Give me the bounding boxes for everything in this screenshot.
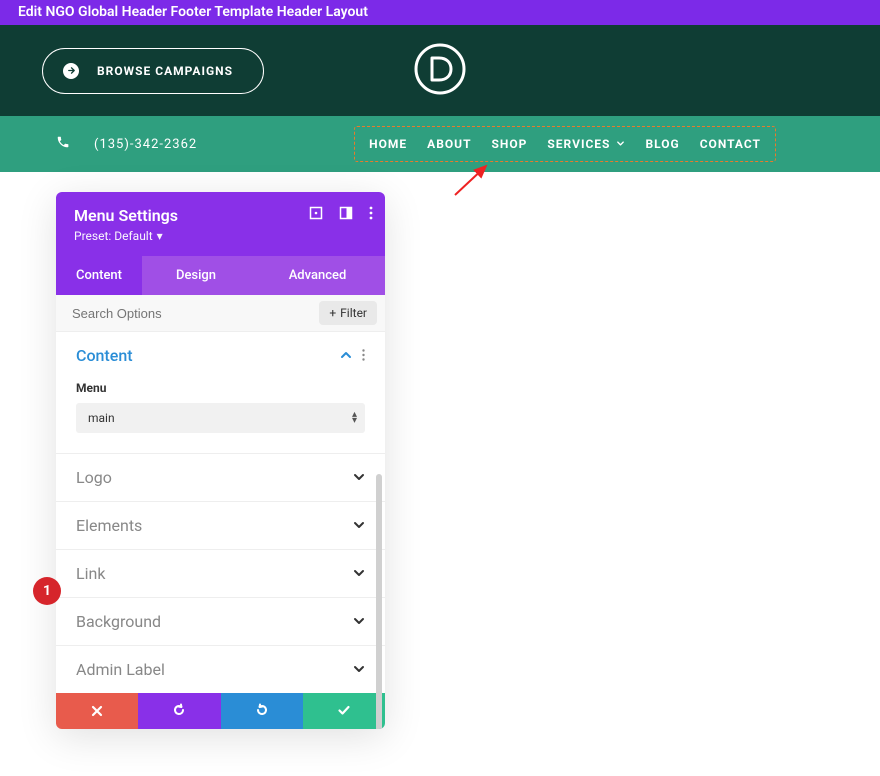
search-row: + Filter <box>56 295 385 332</box>
chevron-down-icon <box>353 612 365 631</box>
check-icon <box>337 702 351 721</box>
section-content-header[interactable]: Content <box>56 332 385 379</box>
section-admin-label-title: Admin Label <box>76 660 165 679</box>
section-admin-label-header[interactable]: Admin Label <box>56 646 385 693</box>
chevron-up-icon <box>340 346 352 365</box>
nav-services[interactable]: SERVICES <box>547 137 625 151</box>
tab-content[interactable]: Content <box>56 256 142 295</box>
section-elements-header[interactable]: Elements <box>56 502 385 549</box>
tab-advanced[interactable]: Advanced <box>250 256 385 295</box>
header-secondary: (135)-342-2362 HOME ABOUT SHOP SERVICES … <box>0 116 880 172</box>
redo-button[interactable] <box>221 693 303 729</box>
section-logo: Logo <box>56 454 385 502</box>
menu-select[interactable]: main <box>76 403 365 433</box>
nav-about[interactable]: ABOUT <box>427 137 471 151</box>
nav-shop[interactable]: SHOP <box>492 137 528 151</box>
edit-bar-title: Edit NGO Global Header Footer Template H… <box>18 4 368 20</box>
panel-action-bar <box>56 693 385 729</box>
expand-icon[interactable] <box>309 206 323 220</box>
filter-button[interactable]: + Filter <box>319 301 377 325</box>
plus-icon: + <box>329 306 336 320</box>
nav-blog[interactable]: BLOG <box>645 137 679 151</box>
annotation-badge-label: 1 <box>43 583 51 599</box>
section-logo-title: Logo <box>76 468 112 487</box>
section-link-title: Link <box>76 564 105 583</box>
chevron-down-icon <box>353 468 365 487</box>
section-elements-title: Elements <box>76 516 142 535</box>
section-background-title: Background <box>76 612 161 631</box>
section-link-header[interactable]: Link <box>56 550 385 597</box>
more-icon[interactable] <box>369 206 373 220</box>
section-admin-label: Admin Label <box>56 646 385 693</box>
edit-bar: Edit NGO Global Header Footer Template H… <box>0 0 880 25</box>
panel-tabs: Content Design Advanced <box>56 256 385 295</box>
menu-select-wrap: main ▴▾ <box>76 403 365 433</box>
annotation-badge-1: 1 <box>33 577 61 605</box>
save-button[interactable] <box>303 693 385 729</box>
section-elements: Elements <box>56 502 385 550</box>
undo-button[interactable] <box>138 693 220 729</box>
section-logo-header[interactable]: Logo <box>56 454 385 501</box>
menu-settings-panel: Menu Settings Preset: Default ▾ Content … <box>56 192 385 729</box>
arrow-right-circle-icon <box>63 63 79 79</box>
nav-services-label: SERVICES <box>547 137 610 151</box>
chevron-down-icon <box>353 516 365 535</box>
browse-campaigns-label: BROWSE CAMPAIGNS <box>97 64 233 78</box>
tab-design[interactable]: Design <box>142 256 250 295</box>
section-link: Link <box>56 550 385 598</box>
menu-field-label: Menu <box>76 381 365 395</box>
nav-contact[interactable]: CONTACT <box>700 137 761 151</box>
cancel-button[interactable] <box>56 693 138 729</box>
chevron-down-icon <box>353 564 365 583</box>
header-primary: BROWSE CAMPAIGNS <box>0 25 880 116</box>
undo-icon <box>172 702 186 721</box>
section-content-body: Menu main ▴▾ <box>56 381 385 453</box>
phone-group: (135)-342-2362 <box>56 135 197 153</box>
section-background: Background <box>56 598 385 646</box>
filter-label: Filter <box>340 306 367 320</box>
preset-label: Preset: Default <box>74 229 153 243</box>
chevron-down-icon <box>353 660 365 679</box>
section-content-title: Content <box>76 346 133 365</box>
panel-scrollbar[interactable] <box>376 474 382 729</box>
nav-home[interactable]: HOME <box>369 137 407 151</box>
redo-icon <box>255 702 269 721</box>
more-icon[interactable] <box>362 346 365 365</box>
section-content: Content Menu main ▴▾ <box>56 332 385 454</box>
phone-number[interactable]: (135)-342-2362 <box>94 137 197 152</box>
section-background-header[interactable]: Background <box>56 598 385 645</box>
main-nav[interactable]: HOME ABOUT SHOP SERVICES BLOG CONTACT <box>354 126 776 162</box>
phone-icon <box>56 135 70 153</box>
close-icon <box>91 702 103 721</box>
divi-logo <box>414 43 466 99</box>
search-input[interactable] <box>56 296 319 331</box>
caret-down-icon: ▾ <box>157 229 163 243</box>
snap-icon[interactable] <box>339 206 353 220</box>
preset-dropdown[interactable]: Preset: Default ▾ <box>74 229 163 243</box>
browse-campaigns-button[interactable]: BROWSE CAMPAIGNS <box>42 48 264 94</box>
panel-header[interactable]: Menu Settings Preset: Default ▾ <box>56 192 385 256</box>
chevron-down-icon <box>616 137 625 151</box>
